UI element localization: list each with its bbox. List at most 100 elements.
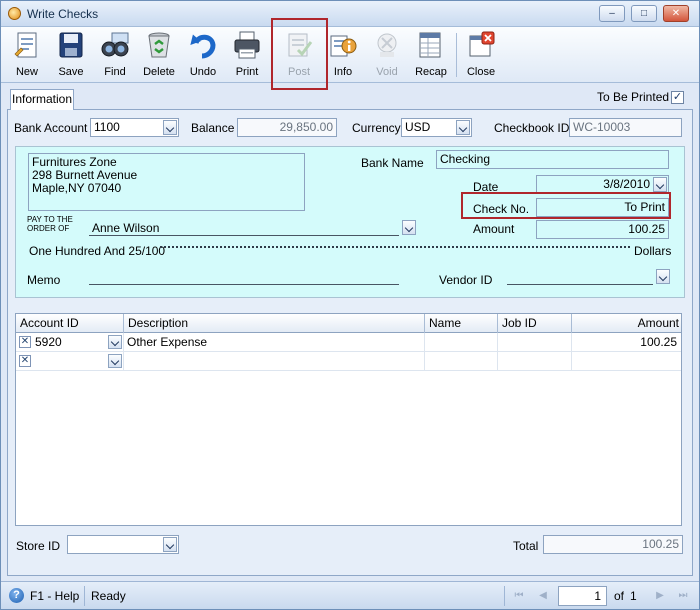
date-label: Date [473,180,499,194]
check-area: Furnitures Zone 298 Burnett Avenue Maple… [15,146,685,298]
recap-grid-icon [419,32,441,58]
page-number-input[interactable]: 1 [558,586,607,606]
memo-label: Memo [27,273,61,287]
memo-underline[interactable] [89,284,399,285]
binoculars-icon [101,32,129,57]
total-field: 100.25 [543,535,683,554]
cell-name[interactable] [425,333,498,352]
minimize-button[interactable]: – [599,5,625,22]
store-id-dropdown[interactable] [67,535,179,554]
checkbook-id-label: Checkbook ID [494,121,570,135]
currency-value: USD [405,120,431,134]
status-text: Ready [91,589,126,603]
of-label: of [614,589,625,603]
help-shortcut[interactable]: F1 - Help [30,589,79,603]
status-separator [84,586,85,606]
maximize-button[interactable]: □ [631,5,657,22]
cell-description[interactable]: Other Expense [124,333,425,352]
chevron-down-icon [653,177,667,192]
vendor-id-underline [507,284,653,285]
chevron-down-icon [163,120,177,135]
cell-amount[interactable] [572,352,681,371]
app-icon [8,7,21,20]
payee-underline [89,235,399,236]
print-label: Print [235,66,259,78]
check-no-label: Check No. [473,202,530,216]
post-icon [288,33,313,57]
undo-arrow-icon [190,34,216,59]
chevron-down-icon [163,537,177,552]
payee-name: Anne Wilson [92,221,160,235]
order-of-label: ORDER OF [27,224,70,233]
window-title: Write Checks [27,7,99,21]
toolbar: New Save Find Delete Undo Print Post Inf… [1,27,699,83]
chevron-down-icon[interactable] [108,354,122,368]
column-amount[interactable]: Amount [572,314,681,333]
payee-address-box[interactable]: Furnitures Zone 298 Burnett Avenue Maple… [28,153,305,211]
column-name[interactable]: Name [425,314,498,333]
tab-information[interactable]: Information [10,89,74,110]
balance-field: 29,850.00 [237,118,337,137]
address-line: Maple,NY 07040 [32,181,122,195]
amount-field[interactable]: 100.25 [536,220,669,239]
close-window-icon [469,31,495,57]
to-be-printed-label: To Be Printed [597,90,670,104]
recycle-bin-icon [148,32,170,58]
bank-account-value: 1100 [94,120,120,134]
total-pages: 1 [630,589,637,603]
currency-label: Currency [352,121,401,135]
delete-row-icon[interactable]: ✕ [19,336,31,348]
cell-description[interactable] [124,352,425,371]
cell-job-id[interactable] [498,333,572,352]
void-icon [377,33,397,57]
vendor-id-dropdown-icon[interactable] [656,269,670,284]
recap-button[interactable]: Recap [409,27,453,83]
column-description[interactable]: Description [124,314,425,333]
next-page-icon[interactable]: ▶ [653,589,667,603]
store-id-label: Store ID [16,539,61,553]
close-window-button[interactable]: ✕ [663,5,689,22]
bank-name-label: Bank Name [361,156,424,170]
cell-job-id[interactable] [498,352,572,371]
table-row[interactable]: ✕ 5920 Other Expense 100.25 [16,333,681,352]
amount-words-dotted-line [160,246,630,248]
dollars-label: Dollars [634,244,672,258]
cell-name[interactable] [425,352,498,371]
info-icon [330,35,357,57]
payee-dropdown-icon[interactable] [402,220,416,235]
chevron-down-icon[interactable] [108,335,122,349]
chevron-down-icon [456,120,470,135]
printer-icon [234,31,260,59]
bank-account-label: Bank Account [14,121,88,135]
total-label: Total [513,539,539,553]
close-button[interactable]: Close [459,27,503,83]
to-be-printed-checkbox[interactable]: ✓ [671,91,684,104]
first-page-icon[interactable]: ⏮ [512,589,526,603]
column-account-id[interactable]: Account ID [16,314,124,333]
balance-label: Balance [191,121,235,135]
vendor-id-label: Vendor ID [439,273,493,287]
check-no-field[interactable]: To Print [536,198,669,217]
checkbook-id-field: WC-10003 [569,118,682,137]
delete-row-icon[interactable]: ✕ [19,355,31,367]
date-value: 3/8/2010 [603,177,650,191]
close-label: Close [466,66,496,78]
title-bar: Write Checks – □ ✕ [1,1,699,27]
table-row[interactable]: ✕ [16,352,681,371]
previous-page-icon[interactable]: ◀ [536,589,550,603]
currency-dropdown[interactable]: USD [401,118,472,137]
floppy-disk-icon [59,32,83,58]
account-grid: Account ID Description Name Job ID Amoun… [15,313,682,526]
status-separator [504,586,505,606]
date-picker[interactable]: 3/8/2010 [536,175,669,194]
cell-amount[interactable]: 100.25 [572,333,681,352]
last-page-icon[interactable]: ⏭ [676,589,690,603]
help-icon[interactable]: ? [9,588,24,603]
new-document-icon [14,32,37,58]
status-bar: ? F1 - Help Ready ⏮ ◀ 1 of 1 ▶ ⏭ [1,581,699,609]
bank-account-dropdown[interactable]: 1100 [90,118,179,137]
print-button[interactable]: Print [225,27,269,83]
write-checks-window: Write Checks – □ ✕ New Save Find Delete … [0,0,700,610]
bank-name-field[interactable]: Checking [436,150,669,169]
column-job-id[interactable]: Job ID [498,314,572,333]
